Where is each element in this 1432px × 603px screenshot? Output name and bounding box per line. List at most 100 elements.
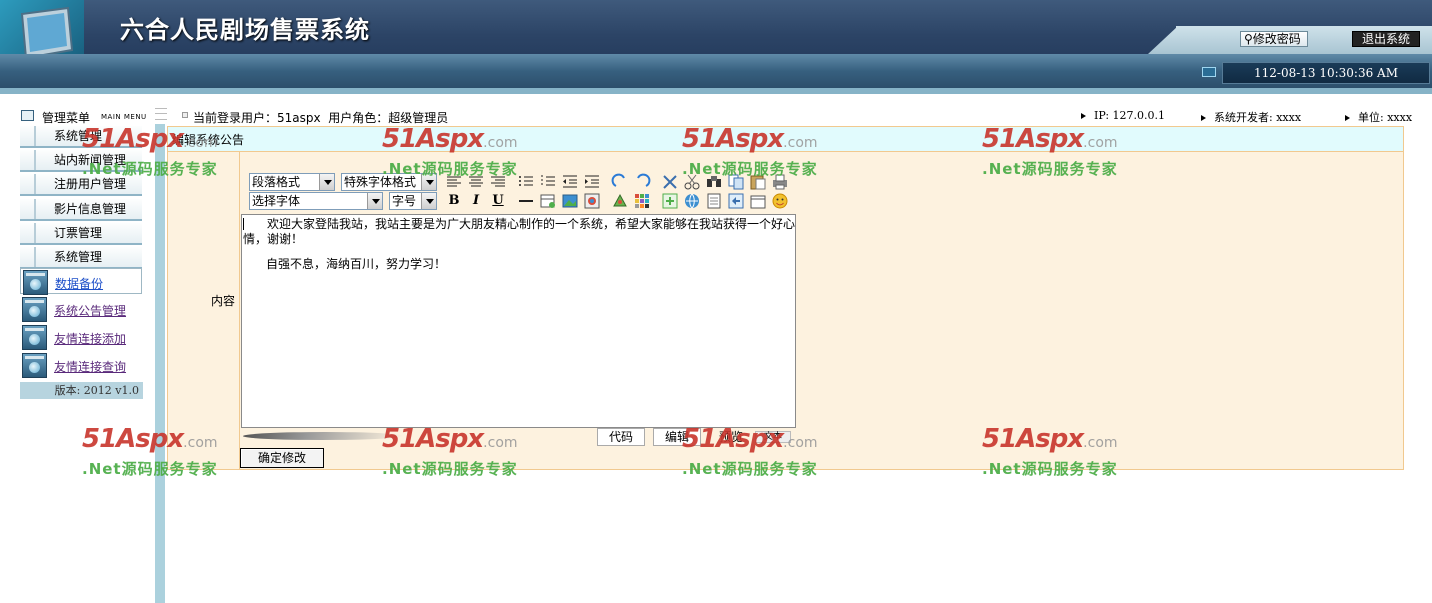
editor-content-area[interactable]: 欢迎大家登陆我站，我站主要是为广大朋友精心制作的一个系统，希望大家能够在我站获得…: [241, 214, 796, 428]
align-left-icon[interactable]: [445, 173, 463, 191]
insert-image-icon[interactable]: [561, 192, 579, 210]
insert-file-icon[interactable]: [705, 192, 723, 210]
edit-mode-button[interactable]: 编辑: [653, 428, 701, 446]
code-mode-button[interactable]: 代码: [597, 428, 645, 446]
developer-info: 系统开发者: xxxx: [1201, 109, 1301, 125]
menu-lines-icon: [155, 108, 167, 120]
sidebar-subitem-announcement[interactable]: 系统公告管理: [20, 296, 142, 322]
font-select[interactable]: 选择字体: [249, 192, 383, 210]
bold-button[interactable]: B: [445, 192, 463, 210]
ip-info: IP: 127.0.0.1: [1081, 109, 1165, 122]
preview-mode-button[interactable]: 预览: [707, 428, 755, 446]
underline-button[interactable]: U: [489, 192, 507, 210]
sidebar-subitem-label[interactable]: 友情连接添加: [54, 330, 126, 347]
menu-icon: [21, 110, 34, 121]
sidebar-menu: 系统管理 站内新闻管理 注册用户管理 影片信息管理 订票管理 系统管理: [20, 126, 142, 274]
insert-media-icon[interactable]: [583, 192, 601, 210]
sidebar-item-users[interactable]: 注册用户管理: [20, 174, 142, 196]
editor-mode-bar: 代码 编辑 预览 文本: [241, 428, 796, 448]
align-center-icon[interactable]: [467, 173, 485, 191]
copy-icon[interactable]: [727, 173, 745, 191]
find-icon[interactable]: [705, 173, 723, 191]
datetime-display: 112-08-13 10:30:36 AM: [1222, 62, 1430, 84]
sidebar-subitem-label[interactable]: 友情连接查询: [54, 358, 126, 375]
resize-shadow: [241, 432, 405, 440]
link-query-icon: [22, 353, 47, 378]
insert-flash-icon[interactable]: [611, 192, 629, 210]
confirm-edit-button[interactable]: 确定修改: [240, 448, 324, 468]
arrow-icon: [1081, 113, 1086, 119]
insert-date-icon[interactable]: [749, 192, 767, 210]
sidebar-item-movies[interactable]: 影片信息管理: [20, 199, 142, 221]
sidebar-subitem-link-query[interactable]: 友情连接查询: [20, 352, 142, 378]
color-palette-icon[interactable]: [633, 192, 651, 210]
unit-info: 单位: xxxx: [1345, 109, 1412, 125]
insert-page-icon[interactable]: [727, 192, 745, 210]
italic-button[interactable]: I: [467, 192, 485, 210]
header-band: [0, 54, 1432, 88]
sidebar-subitem-label[interactable]: 数据备份: [55, 275, 103, 292]
panel-title: 编辑系统公告: [172, 133, 245, 147]
insert-link-icon[interactable]: [683, 192, 701, 210]
bullet-icon: [182, 112, 188, 118]
version-label: 版本: 2012 v1.0: [20, 382, 143, 399]
menu-subtitle: MAIN MENU: [101, 113, 147, 121]
sidebar-item-system-admin[interactable]: 系统管理: [20, 247, 142, 269]
print-icon[interactable]: [771, 173, 789, 191]
current-user-name: 51aspx: [277, 111, 321, 125]
change-password-button[interactable]: ⚲修改密码: [1240, 31, 1308, 47]
announcement-icon: [22, 297, 47, 322]
chevron-down-icon: [421, 193, 436, 209]
text-mode-button[interactable]: 文本: [755, 431, 791, 443]
outdent-icon[interactable]: [561, 173, 579, 191]
editor-paragraph: 欢迎大家登陆我站，我站主要是为广大朋友精心制作的一个系统，希望大家能够在我站获得…: [243, 217, 796, 246]
paste-icon[interactable]: [749, 173, 767, 191]
special-format-select[interactable]: 特殊字体格式: [341, 173, 437, 191]
header-tab-slant: [1148, 26, 1178, 54]
editor-toolbar: 段落格式 特殊字体格式 选择字体 字号 B I U: [241, 152, 796, 214]
insert-special-icon[interactable]: [661, 192, 679, 210]
editor-paragraph: 自强不息，海纳百川，努力学习！: [266, 257, 447, 271]
rich-text-editor: 段落格式 特殊字体格式 选择字体 字号 B I U 欢迎大家登陆我站，我站主要是…: [241, 152, 796, 448]
sidebar-subitem-backup[interactable]: 数据备份: [20, 268, 142, 295]
emoticon-icon[interactable]: [771, 192, 789, 210]
sidebar-item-tickets[interactable]: 订票管理: [20, 223, 142, 245]
sidebar-divider: [155, 124, 165, 603]
horizontal-rule-icon[interactable]: [517, 192, 535, 210]
app-title: 六合人民剧场售票系统: [120, 15, 370, 44]
unordered-list-icon[interactable]: [539, 173, 557, 191]
label-column: 内容: [168, 152, 240, 469]
delete-icon[interactable]: [661, 173, 679, 191]
change-password-label: 修改密码: [1252, 32, 1301, 46]
arrow-icon: [1345, 115, 1350, 121]
current-user-label: 当前登录用户：: [193, 111, 278, 125]
backup-icon: [23, 270, 48, 295]
sidebar-item-news[interactable]: 站内新闻管理: [20, 150, 142, 172]
undo-icon[interactable]: [611, 173, 629, 191]
chevron-down-icon: [367, 193, 382, 209]
role-label: 用户角色：: [328, 111, 389, 125]
chevron-down-icon: [421, 174, 436, 190]
key-icon: ⚲: [1244, 32, 1253, 46]
chevron-down-icon: [319, 174, 334, 190]
indent-icon[interactable]: [583, 173, 601, 191]
link-add-icon: [22, 325, 47, 350]
redo-icon[interactable]: [633, 173, 651, 191]
cut-icon[interactable]: [683, 173, 701, 191]
ordered-list-icon[interactable]: [517, 173, 535, 191]
info-bar: 管理菜单 MAIN MENU 当前登录用户：51aspx 用户角色：超级管理员 …: [0, 88, 1432, 126]
sidebar-subitem-link-add[interactable]: 友情连接添加: [20, 324, 142, 350]
role-value: 超级管理员: [388, 111, 449, 125]
align-right-icon[interactable]: [489, 173, 507, 191]
content-label: 内容: [210, 294, 235, 308]
sidebar-subitem-label[interactable]: 系统公告管理: [54, 302, 126, 319]
paragraph-format-select[interactable]: 段落格式: [249, 173, 335, 191]
sidebar-item-system[interactable]: 系统管理: [20, 126, 142, 148]
font-size-select[interactable]: 字号: [389, 192, 437, 210]
header-banner: 六合人民剧场售票系统 ⚲修改密码 退出系统 112-08-13 10:30:36…: [0, 0, 1432, 88]
insert-table-icon[interactable]: [539, 192, 557, 210]
current-user-info: 当前登录用户：51aspx 用户角色：超级管理员: [193, 109, 448, 126]
arrow-icon: [1201, 115, 1206, 121]
panel-header: 编辑系统公告: [168, 127, 1403, 152]
logout-button[interactable]: 退出系统: [1352, 31, 1420, 47]
